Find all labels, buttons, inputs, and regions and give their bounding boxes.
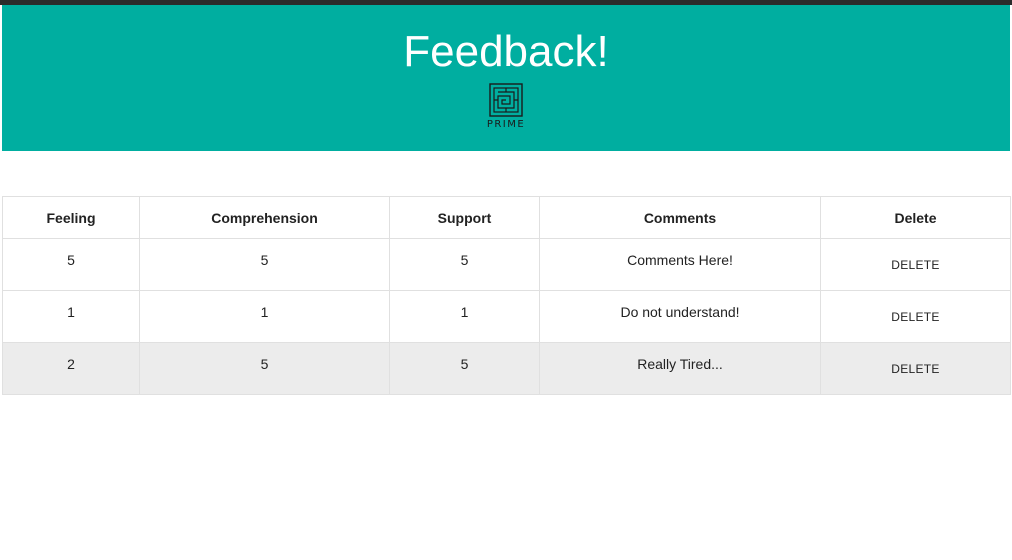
- table-header-row: Feeling Comprehension Support Comments D…: [2, 196, 1011, 239]
- support-cell: 5: [389, 342, 540, 395]
- delete-cell: DELETE: [820, 290, 1011, 343]
- page-header: Feedback! PRIME: [2, 5, 1010, 151]
- column-header-feeling: Feeling: [2, 196, 140, 239]
- prime-logo: PRIME: [484, 83, 528, 133]
- page-title: Feedback!: [403, 27, 609, 76]
- support-cell: 1: [389, 290, 540, 343]
- column-header-support: Support: [389, 196, 540, 239]
- logo-text: PRIME: [486, 119, 526, 130]
- comprehension-cell: 5: [139, 238, 390, 291]
- delete-button[interactable]: DELETE: [891, 258, 939, 272]
- column-header-comments: Comments: [539, 196, 821, 239]
- comprehension-cell: 5: [139, 342, 390, 395]
- delete-cell: DELETE: [820, 238, 1011, 291]
- delete-cell: DELETE: [820, 342, 1011, 395]
- feeling-cell: 1: [2, 290, 140, 343]
- feeling-cell: 2: [2, 342, 140, 395]
- feedback-table: Feeling Comprehension Support Comments D…: [2, 196, 1011, 395]
- prime-maze-logo-icon: [489, 83, 523, 117]
- comments-cell: Really Tired...: [539, 342, 821, 395]
- delete-button[interactable]: DELETE: [891, 362, 939, 376]
- comprehension-cell: 1: [139, 290, 390, 343]
- table-row: 2 5 5 Really Tired... DELETE: [2, 342, 1011, 395]
- feeling-cell: 5: [2, 238, 140, 291]
- comments-cell: Comments Here!: [539, 238, 821, 291]
- support-cell: 5: [389, 238, 540, 291]
- comments-cell: Do not understand!: [539, 290, 821, 343]
- table-row: 5 5 5 Comments Here! DELETE: [2, 238, 1011, 291]
- column-header-delete: Delete: [820, 196, 1011, 239]
- column-header-comprehension: Comprehension: [139, 196, 390, 239]
- table-row: 1 1 1 Do not understand! DELETE: [2, 290, 1011, 343]
- delete-button[interactable]: DELETE: [891, 310, 939, 324]
